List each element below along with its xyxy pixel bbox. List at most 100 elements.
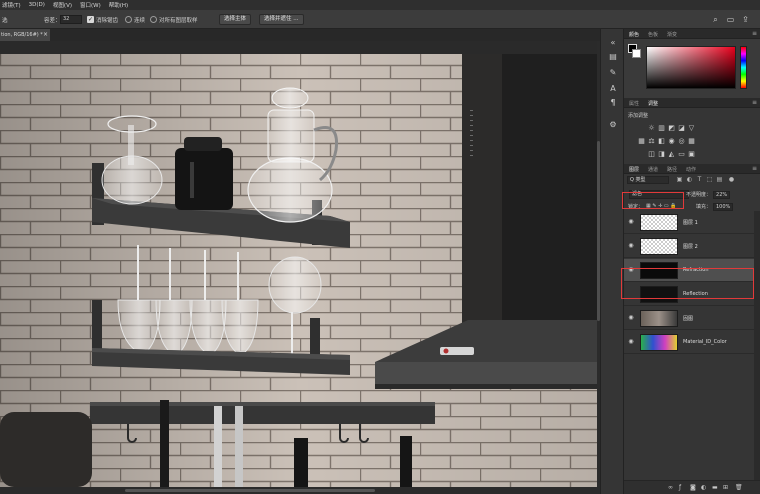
gradient-map-icon[interactable]: ▭ bbox=[678, 151, 685, 158]
visibility-eye-icon[interactable]: ◉ bbox=[628, 339, 634, 345]
tab-swatches[interactable]: 色板 bbox=[648, 31, 658, 38]
horizontal-scrollbar[interactable] bbox=[0, 487, 600, 494]
menu-view[interactable]: 视图(V) bbox=[53, 1, 72, 9]
menu-help[interactable]: 帮助(H) bbox=[109, 1, 128, 9]
lock-icons[interactable]: ▦ ✎ ✛ ▭ 🔒 bbox=[646, 203, 676, 209]
group-icon[interactable]: ▬ bbox=[712, 484, 718, 491]
levels-icon[interactable]: ▥ bbox=[658, 125, 665, 132]
tolerance-input[interactable]: 32 bbox=[60, 15, 82, 24]
threshold-icon[interactable]: ◭ bbox=[668, 151, 675, 158]
layer-name: 固图 bbox=[683, 316, 694, 322]
background-color-swatch[interactable] bbox=[632, 49, 641, 58]
history-icon[interactable]: ▤ bbox=[607, 51, 619, 63]
document-tab[interactable]: tion, RGB/16#) * × bbox=[0, 29, 50, 41]
photo-filter-icon[interactable]: ◉ bbox=[668, 138, 675, 145]
visibility-eye-icon[interactable]: ◉ bbox=[628, 267, 634, 273]
tab-paths[interactable]: 路径 bbox=[667, 166, 677, 173]
hue-saturation-icon[interactable]: ▦ bbox=[638, 138, 645, 145]
adjustment-layer-icon[interactable]: ◐ bbox=[701, 484, 706, 491]
layer-thumbnail bbox=[640, 262, 678, 279]
layers-footer: ∞ ƒ ◙ ◐ ▬ ⊞ 🗑 bbox=[624, 480, 760, 494]
layer-thumbnail bbox=[640, 214, 678, 231]
trash-icon[interactable]: 🗑 bbox=[735, 484, 743, 491]
kitchen-render bbox=[0, 41, 600, 487]
add-adjustment-label: 添加调整 bbox=[628, 113, 649, 119]
panel-menu-icon[interactable]: ≡ bbox=[752, 30, 757, 37]
layer-name: Material_ID_Color bbox=[683, 339, 727, 345]
tab-gradients[interactable]: 渐变 bbox=[667, 31, 677, 38]
antialias-label: 消除锯齿 bbox=[96, 18, 119, 24]
link-icon[interactable]: ∞ bbox=[668, 484, 673, 491]
type-filter-icon[interactable]: T bbox=[696, 176, 703, 183]
collapse-icon[interactable]: « bbox=[607, 37, 619, 49]
tool-presets-icon[interactable]: ⚙ bbox=[607, 119, 619, 131]
layer-row[interactable]: ◉ 图层 2 bbox=[624, 235, 754, 258]
panel-menu-icon[interactable]: ≡ bbox=[752, 99, 757, 106]
fx-icon[interactable]: ƒ bbox=[679, 484, 681, 491]
close-icon[interactable]: × bbox=[43, 29, 48, 41]
hue-slider[interactable] bbox=[740, 46, 747, 89]
paragraph-icon[interactable]: ¶ bbox=[607, 97, 619, 109]
fill-label: 填充： bbox=[696, 204, 712, 210]
select-subject-button[interactable]: 选择主体 bbox=[219, 14, 252, 25]
color-lookup-icon[interactable]: ▦ bbox=[688, 138, 695, 145]
mask-icon[interactable]: ◙ bbox=[690, 484, 696, 491]
search-icon[interactable]: ⌕ bbox=[711, 15, 720, 24]
black-white-icon[interactable]: ◧ bbox=[658, 138, 665, 145]
share-icon[interactable]: ⇪ bbox=[741, 15, 750, 24]
posterize-icon[interactable]: ◨ bbox=[658, 151, 665, 158]
sample-all-checkbox[interactable] bbox=[150, 16, 157, 23]
menu-3d[interactable]: 3D(D) bbox=[29, 2, 45, 8]
exposure-icon[interactable]: ◪ bbox=[678, 125, 685, 132]
new-layer-icon[interactable]: ⊞ bbox=[723, 484, 728, 491]
scrollbar-thumb[interactable] bbox=[125, 489, 375, 492]
antialias-checkbox[interactable]: ✓ bbox=[87, 16, 94, 23]
tab-color[interactable]: 颜色 bbox=[629, 31, 639, 38]
visibility-eye-icon[interactable]: ◉ bbox=[628, 243, 634, 249]
brightness-icon[interactable]: ☼ bbox=[648, 125, 655, 132]
tab-actions[interactable]: 动作 bbox=[686, 166, 696, 173]
contiguous-checkbox[interactable] bbox=[125, 16, 132, 23]
layer-row[interactable]: ◉ Material_ID_Color bbox=[624, 331, 754, 354]
color-picker[interactable] bbox=[624, 39, 760, 98]
tab-layers[interactable]: 图层 bbox=[629, 166, 639, 173]
tab-properties[interactable]: 属性 bbox=[629, 100, 639, 107]
channel-mixer-icon[interactable]: ◎ bbox=[678, 138, 685, 145]
blend-mode-select[interactable]: 滤色 bbox=[629, 190, 689, 199]
saturation-field[interactable] bbox=[646, 46, 736, 89]
layer-row[interactable]: ◉ 固图 bbox=[624, 307, 754, 330]
workspace-icon[interactable]: ▭ bbox=[726, 15, 735, 24]
layer-row-selected[interactable]: ◉ Refraction bbox=[624, 259, 754, 282]
smart-object-filter-icon[interactable]: ▤ bbox=[716, 176, 723, 183]
pixel-filter-icon[interactable]: ▣ bbox=[676, 176, 683, 183]
shape-filter-icon[interactable]: ⬚ bbox=[706, 176, 713, 183]
layer-row[interactable]: Reflection bbox=[624, 283, 754, 306]
panel-menu-icon[interactable]: ≡ bbox=[752, 165, 757, 172]
tab-channels[interactable]: 通道 bbox=[648, 166, 658, 173]
adjustment-filter-icon[interactable]: ◐ bbox=[686, 176, 693, 183]
lock-row: 锁定： ▦ ✎ ✛ ▭ 🔒 填充： 100% bbox=[624, 201, 760, 211]
tab-adjustments[interactable]: 调整 bbox=[648, 100, 658, 107]
layers-scrollbar[interactable] bbox=[754, 211, 760, 480]
invert-icon[interactable]: ◫ bbox=[648, 151, 655, 158]
sample-all-label: 对所有图层取样 bbox=[159, 18, 198, 24]
visibility-eye-icon[interactable]: ◉ bbox=[628, 219, 634, 225]
visibility-eye-icon[interactable]: ◉ bbox=[628, 315, 634, 321]
selective-color-icon[interactable]: ▣ bbox=[688, 151, 695, 158]
vibrance-icon[interactable]: ▽ bbox=[688, 125, 695, 132]
curves-icon[interactable]: ◩ bbox=[668, 125, 675, 132]
panel-tool-strip: « ▤ ✎ A ¶ ⚙ bbox=[600, 29, 624, 494]
image-canvas[interactable] bbox=[0, 41, 600, 487]
select-and-mask-button[interactable]: 选择并遮住 ... bbox=[259, 14, 304, 25]
character-icon[interactable]: A bbox=[607, 83, 619, 95]
fill-input[interactable]: 100% bbox=[713, 203, 734, 211]
layer-thumbnail bbox=[640, 238, 678, 255]
menu-window[interactable]: 窗口(W) bbox=[80, 1, 101, 9]
opacity-input[interactable]: 22% bbox=[713, 191, 731, 199]
layer-row[interactable]: ◉ 图层 1 bbox=[624, 211, 754, 234]
color-balance-icon[interactable]: ⚖ bbox=[648, 138, 655, 145]
brush-settings-icon[interactable]: ✎ bbox=[607, 67, 619, 79]
menu-filter[interactable]: 滤镜(T) bbox=[2, 1, 21, 9]
layer-kind-select[interactable]: Q 类型 bbox=[627, 176, 669, 184]
filter-toggle-icon[interactable]: ● bbox=[728, 176, 735, 183]
